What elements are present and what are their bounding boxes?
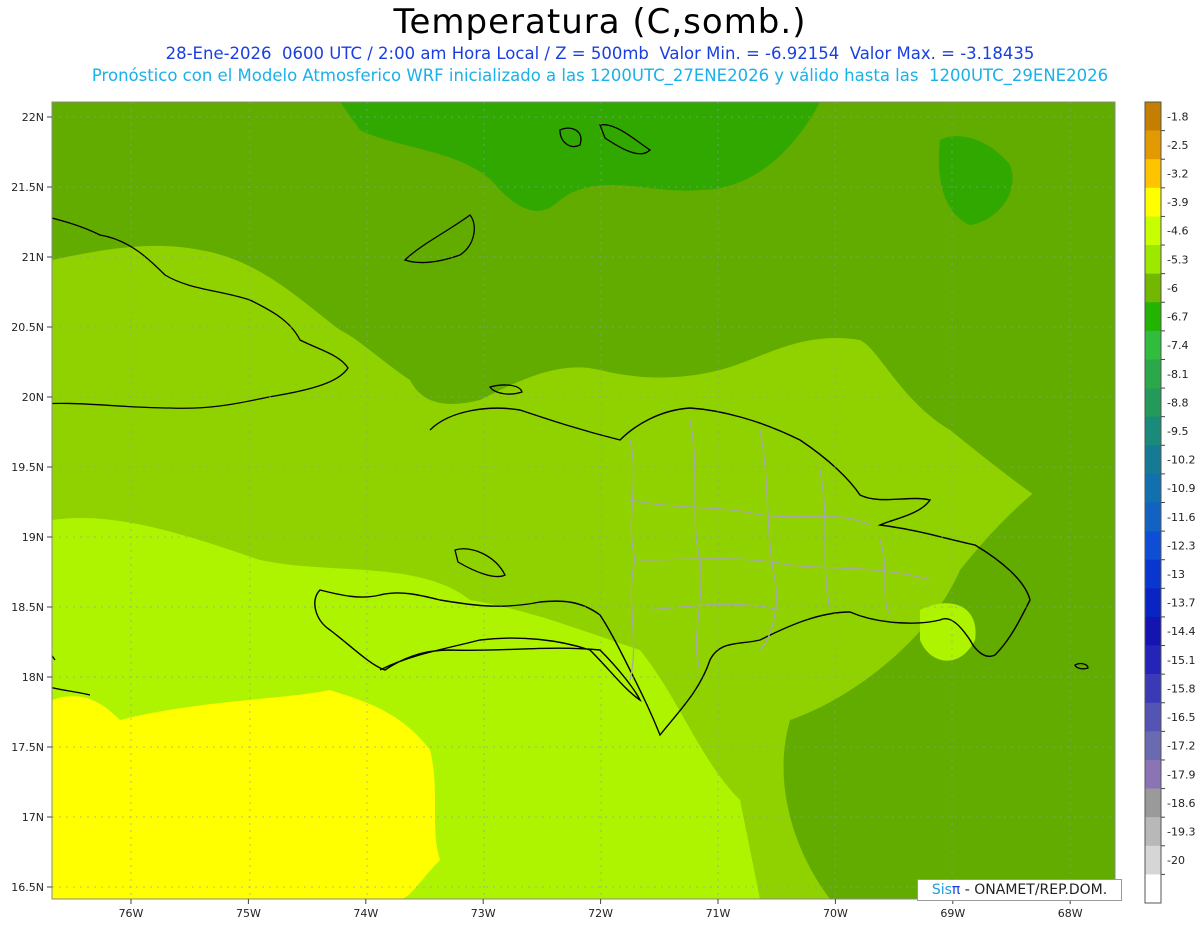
colorbar-swatch bbox=[1145, 645, 1161, 675]
colorbar-label: -3.9 bbox=[1167, 196, 1188, 209]
colorbar-label: -10.2 bbox=[1167, 454, 1195, 467]
colorbar-swatch bbox=[1145, 388, 1161, 417]
longitude-label: 73W bbox=[471, 907, 496, 920]
colorbar-label: -6 bbox=[1167, 282, 1178, 295]
latitude-label: 19N bbox=[22, 531, 44, 544]
latitude-label: 21.5N bbox=[11, 181, 44, 194]
colorbar-label: -11.6 bbox=[1167, 511, 1195, 524]
colorbar-swatch bbox=[1145, 788, 1161, 818]
colorbar-label: -20 bbox=[1167, 854, 1185, 867]
colorbar-label: -15.8 bbox=[1167, 682, 1195, 695]
latitude-label: 16.5N bbox=[11, 881, 44, 894]
colorbar-label: -16.5 bbox=[1167, 711, 1195, 724]
colorbar-label: -19.3 bbox=[1167, 825, 1195, 838]
longitude-label: 74W bbox=[353, 907, 378, 920]
colorbar-swatch bbox=[1145, 616, 1161, 646]
colorbar-swatch bbox=[1145, 531, 1161, 561]
colorbar-label: -9.5 bbox=[1167, 425, 1188, 438]
colorbar-label: -14.4 bbox=[1167, 625, 1195, 638]
colorbar-label: -2.5 bbox=[1167, 139, 1188, 152]
longitude-label: 71W bbox=[706, 907, 731, 920]
colorbar-swatch bbox=[1145, 102, 1161, 131]
longitude-label: 68W bbox=[1058, 907, 1083, 920]
colorbar-label: -15.1 bbox=[1167, 654, 1195, 667]
latitude-label: 17N bbox=[22, 811, 44, 824]
colorbar-label: -4.6 bbox=[1167, 225, 1188, 238]
colorbar-label: -5.3 bbox=[1167, 253, 1188, 266]
colorbar-swatch bbox=[1145, 245, 1161, 274]
colorbar-label: -17.9 bbox=[1167, 768, 1195, 781]
colorbar-label: -13 bbox=[1167, 568, 1185, 581]
latitude-label: 18.5N bbox=[11, 601, 44, 614]
colorbar-label: -7.4 bbox=[1167, 339, 1188, 352]
colorbar-swatch bbox=[1145, 416, 1161, 446]
longitude-label: 70W bbox=[823, 907, 848, 920]
colorbar-swatch bbox=[1145, 759, 1161, 789]
colorbar-swatch bbox=[1145, 502, 1161, 532]
colorbar-swatch bbox=[1145, 588, 1161, 618]
colorbar-swatch bbox=[1145, 130, 1161, 160]
colorbar-swatch bbox=[1145, 674, 1161, 704]
colorbar-label: -3.2 bbox=[1167, 168, 1188, 181]
latitude-label: 21N bbox=[22, 251, 44, 264]
colorbar-swatch bbox=[1145, 874, 1161, 904]
colorbar-swatch bbox=[1145, 273, 1161, 303]
colorbar-swatch bbox=[1145, 159, 1161, 189]
colorbar-label: -17.2 bbox=[1167, 740, 1195, 753]
colorbar: -1.8 -2.5 -3.2 -3.9 -4.6 -5.3 -6 -6.7 -7.4 -8.1 -8… bbox=[1144, 101, 1195, 904]
colorbar-label: -1.8 bbox=[1167, 110, 1188, 123]
colorbar-swatch bbox=[1145, 216, 1161, 246]
longitude-label: 75W bbox=[236, 907, 261, 920]
colorbar-label: -8.1 bbox=[1167, 368, 1188, 381]
colorbar-swatch bbox=[1145, 845, 1161, 875]
field-band-yellow bbox=[52, 690, 440, 899]
colorbar-label: -6.7 bbox=[1167, 311, 1188, 324]
latitude-label: 20.5N bbox=[11, 321, 44, 334]
colorbar-swatch bbox=[1145, 302, 1161, 332]
latitude-labels: 22N 21.5N 21N 20.5N 20N 19.5N 19N 18.5N 18N 17.5N… bbox=[11, 111, 52, 894]
colorbar-swatch bbox=[1145, 359, 1161, 389]
latitude-label: 19.5N bbox=[11, 461, 44, 474]
colorbar-label: -13.7 bbox=[1167, 597, 1195, 610]
credit-sis: Sis bbox=[931, 882, 952, 898]
latitude-label: 17.5N bbox=[11, 741, 44, 754]
credit-text: - ONAMET/REP.DOM. bbox=[960, 882, 1108, 898]
colorbar-swatch bbox=[1145, 330, 1161, 360]
longitude-label: 76W bbox=[119, 907, 144, 920]
latitude-label: 18N bbox=[22, 671, 44, 684]
colorbar-label: -12.3 bbox=[1167, 539, 1195, 552]
colorbar-label: -18.6 bbox=[1167, 797, 1195, 810]
colorbar-label: -10.9 bbox=[1167, 482, 1195, 495]
colorbar-swatch bbox=[1145, 731, 1161, 761]
colorbar-swatch bbox=[1145, 559, 1161, 589]
colorbar-swatch bbox=[1145, 702, 1161, 732]
temperature-map: 22N 21.5N 21N 20.5N 20N 19.5N 19N 18.5N 18N 17.5N… bbox=[11, 101, 1195, 920]
longitude-label: 72W bbox=[588, 907, 613, 920]
credit-box: Sisπ - ONAMET/REP.DOM. bbox=[917, 879, 1122, 901]
colorbar-swatch bbox=[1145, 817, 1161, 847]
longitude-labels: 76W 75W 74W 73W 72W 71W 70W 69W 68W bbox=[119, 899, 1083, 920]
colorbar-swatch bbox=[1145, 445, 1161, 475]
latitude-label: 22N bbox=[22, 111, 44, 124]
latitude-label: 20N bbox=[22, 391, 44, 404]
longitude-label: 69W bbox=[940, 907, 965, 920]
colorbar-label: -8.8 bbox=[1167, 396, 1188, 409]
colorbar-swatch bbox=[1145, 187, 1161, 217]
colorbar-swatch bbox=[1145, 473, 1161, 503]
